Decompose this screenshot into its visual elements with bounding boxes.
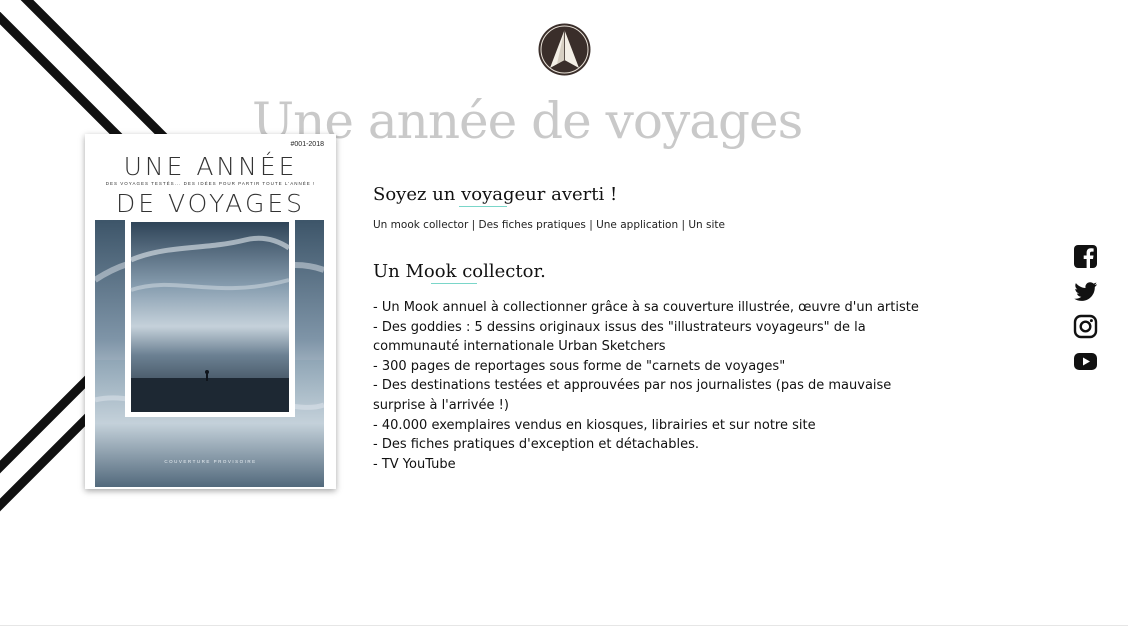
magazine-cover: #001-2018 UNE ANNÉE DES VOYAGES TESTÉS..… xyxy=(85,134,336,489)
intro-tagline: Un mook collector | Des fiches pratiques… xyxy=(373,219,725,231)
youtube-icon xyxy=(1074,353,1097,370)
youtube-link[interactable] xyxy=(1073,349,1098,374)
feature-list: - Un Mook annuel à collectionner grâce à… xyxy=(373,298,933,474)
cover-title-line1: UNE ANNÉE xyxy=(123,152,298,181)
list-item: - 40.000 exemplaires vendus en kiosques,… xyxy=(373,417,816,433)
cover-caption: COUVERTURE PROVISOIRE xyxy=(164,459,257,464)
list-item: - TV YouTube xyxy=(373,456,456,472)
cover-title-line2: DE VOYAGES xyxy=(116,189,305,218)
intro-heading: Soyez un voyageur averti ! xyxy=(373,184,933,205)
cover-issue-number: #001-2018 xyxy=(290,141,324,148)
cover-subtitle: DES VOYAGES TESTÉS... DES IDÉES POUR PAR… xyxy=(105,181,316,186)
twitter-link[interactable] xyxy=(1073,279,1098,304)
social-links xyxy=(1073,244,1098,384)
list-item: - Des goddies : 5 dessins originaux issu… xyxy=(373,319,866,355)
facebook-link[interactable] xyxy=(1073,244,1098,269)
facebook-icon xyxy=(1074,245,1097,269)
paper-plane-logo-icon xyxy=(538,23,591,76)
list-item: - Un Mook annuel à collectionner grâce à… xyxy=(373,300,919,315)
heading-accent-underline xyxy=(459,206,507,207)
instagram-icon xyxy=(1073,314,1098,339)
instagram-link[interactable] xyxy=(1073,314,1098,339)
twitter-icon xyxy=(1074,282,1097,301)
intro-heading-text: Soyez un voyageur averti ! xyxy=(373,184,618,205)
list-item: - Des destinations testées et approuvées… xyxy=(373,378,892,413)
list-item: - Des fiches pratiques d'exception et dé… xyxy=(373,437,700,453)
mook-heading-text: Un Mook collector. xyxy=(373,261,546,282)
list-item: - 300 pages de reportages sous forme de … xyxy=(373,358,786,374)
heading-accent-underline xyxy=(431,283,477,284)
site-logo[interactable] xyxy=(538,23,591,76)
main-content: Soyez un voyageur averti ! Un mook colle… xyxy=(373,184,933,474)
cover-photo xyxy=(95,220,324,487)
mook-heading: Un Mook collector. xyxy=(373,261,933,282)
